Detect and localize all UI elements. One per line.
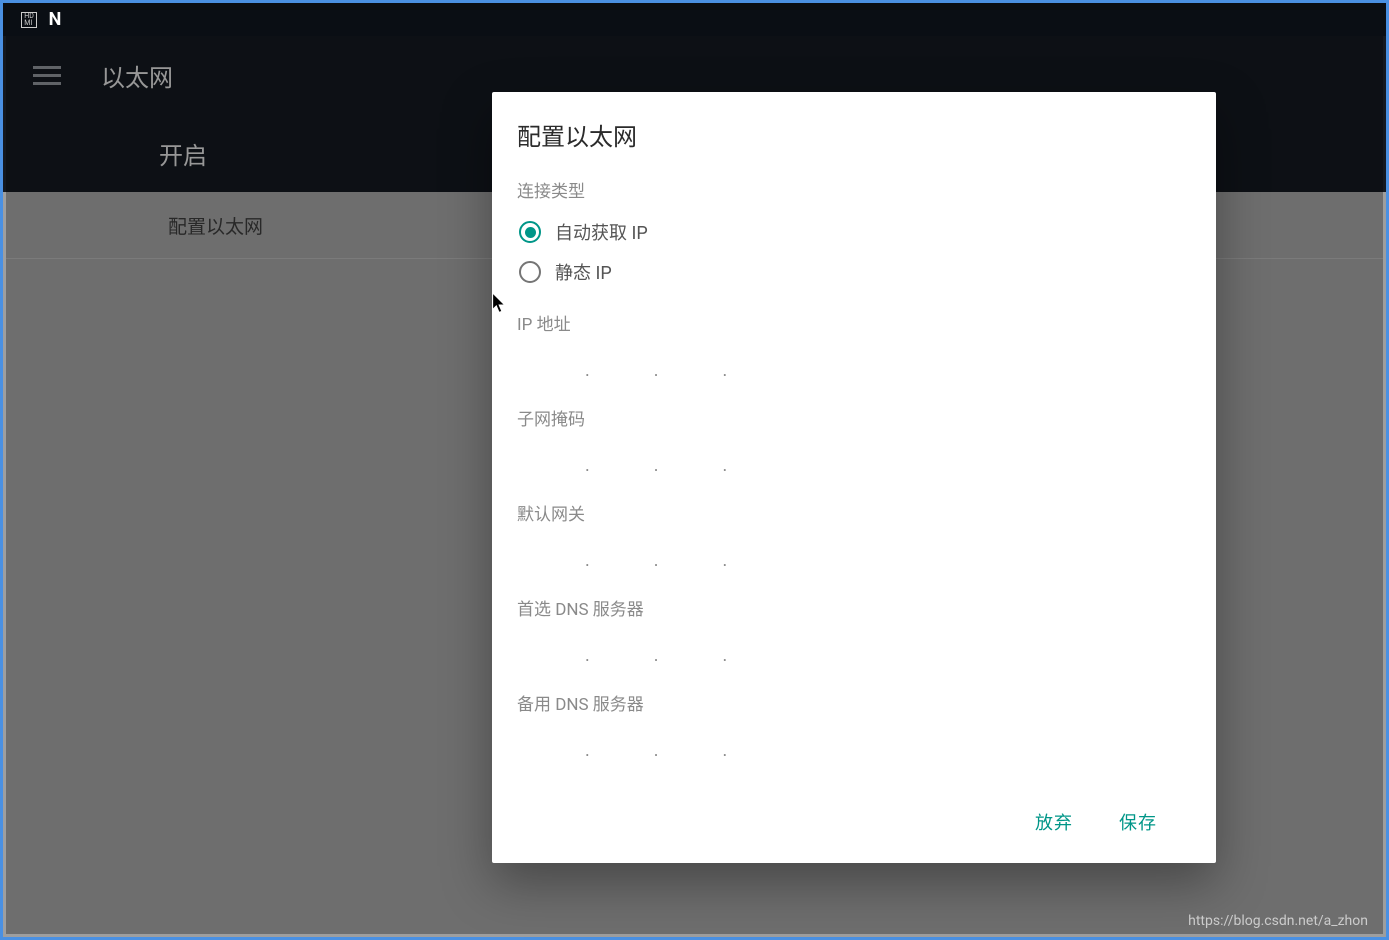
dns-secondary-octet-2[interactable] (596, 725, 648, 763)
subnet-mask-block: 子网掩码 . . . (517, 405, 1191, 482)
dot-separator: . (717, 645, 734, 666)
dialog-title: 配置以太网 (517, 117, 1191, 152)
configure-ethernet-dialog: 配置以太网 连接类型 自动获取 IP 静态 IP IP 地址 . . . (492, 92, 1216, 863)
radio-checked-icon (519, 221, 541, 243)
gateway-octet-1[interactable] (527, 535, 579, 573)
gateway-block: 默认网关 . . . (517, 500, 1191, 577)
hdmi-icon: HDMI (21, 12, 37, 28)
dns-primary-input-row: . . . (517, 626, 1191, 672)
dot-separator: . (648, 740, 665, 761)
dialog-actions: 放弃 保存 (517, 787, 1191, 863)
dns-secondary-octet-4[interactable] (733, 725, 785, 763)
ip-address-label: IP 地址 (517, 310, 1191, 335)
subnet-mask-input-row: . . . (517, 436, 1191, 482)
dns-primary-octet-3[interactable] (665, 630, 717, 668)
ip-address-octet-2[interactable] (596, 345, 648, 383)
dot-separator: . (648, 645, 665, 666)
dns-primary-octet-2[interactable] (596, 630, 648, 668)
ip-address-octet-3[interactable] (665, 345, 717, 383)
subnet-mask-octet-1[interactable] (527, 440, 579, 478)
radio-static-ip[interactable]: 静态 IP (517, 252, 1191, 292)
gateway-label: 默认网关 (517, 500, 1191, 525)
gateway-input-row: . . . (517, 531, 1191, 577)
radio-auto-ip[interactable]: 自动获取 IP (517, 212, 1191, 252)
ip-address-octet-4[interactable] (733, 345, 785, 383)
dns-secondary-octet-1[interactable] (527, 725, 579, 763)
dns-secondary-block: 备用 DNS 服务器 . . . (517, 690, 1191, 767)
gateway-octet-2[interactable] (596, 535, 648, 573)
dot-separator: . (579, 455, 596, 476)
window-frame: HDMI N 以太网 开启 配置以太网 配置以太网 连接类型 自动获取 IP 静… (0, 0, 1389, 940)
dot-separator: . (579, 550, 596, 571)
watermark-text: https://blog.csdn.net/a_zhon (1188, 913, 1368, 929)
radio-unchecked-icon (519, 261, 541, 283)
toggle-label: 开启 (159, 136, 207, 171)
subnet-mask-octet-2[interactable] (596, 440, 648, 478)
dns-secondary-octet-3[interactable] (665, 725, 717, 763)
dot-separator: . (579, 740, 596, 761)
subnet-mask-label: 子网掩码 (517, 405, 1191, 430)
dns-primary-label: 首选 DNS 服务器 (517, 595, 1191, 620)
ip-address-input-row: . . . (517, 341, 1191, 387)
dot-separator: . (717, 455, 734, 476)
dns-primary-octet-4[interactable] (733, 630, 785, 668)
dot-separator: . (717, 740, 734, 761)
connection-type-label: 连接类型 (517, 177, 1191, 202)
dns-primary-block: 首选 DNS 服务器 . . . (517, 595, 1191, 672)
radio-auto-label: 自动获取 IP (555, 219, 648, 245)
dot-separator: . (648, 455, 665, 476)
n-icon: N (47, 12, 63, 28)
dns-secondary-input-row: . . . (517, 721, 1191, 767)
configure-ethernet-label: 配置以太网 (168, 212, 263, 239)
status-bar: HDMI N (3, 3, 1386, 36)
cancel-button[interactable]: 放弃 (1027, 801, 1081, 843)
dot-separator: . (648, 360, 665, 381)
dot-separator: . (648, 550, 665, 571)
dns-secondary-label: 备用 DNS 服务器 (517, 690, 1191, 715)
dot-separator: . (579, 360, 596, 381)
dot-separator: . (579, 645, 596, 666)
ip-address-octet-1[interactable] (527, 345, 579, 383)
hamburger-menu-icon[interactable] (33, 61, 61, 89)
dot-separator: . (717, 360, 734, 381)
gateway-octet-4[interactable] (733, 535, 785, 573)
dot-separator: . (717, 550, 734, 571)
dns-primary-octet-1[interactable] (527, 630, 579, 668)
page-title: 以太网 (101, 58, 173, 93)
subnet-mask-octet-4[interactable] (733, 440, 785, 478)
ip-address-block: IP 地址 . . . (517, 310, 1191, 387)
radio-static-label: 静态 IP (555, 259, 612, 285)
subnet-mask-octet-3[interactable] (665, 440, 717, 478)
save-button[interactable]: 保存 (1111, 801, 1165, 843)
gateway-octet-3[interactable] (665, 535, 717, 573)
